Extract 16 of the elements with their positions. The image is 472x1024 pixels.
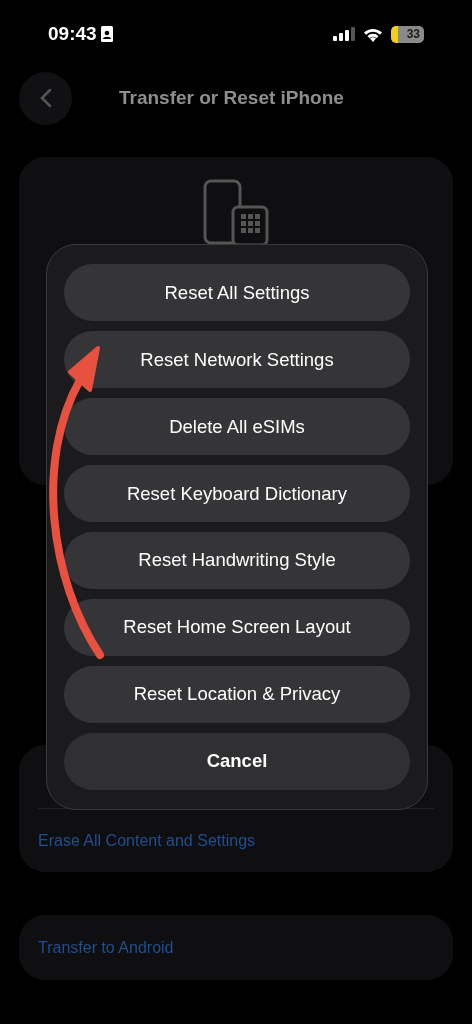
page-title: Transfer or Reset iPhone [119,87,344,109]
reset-option-button[interactable]: Reset Network Settings [64,330,410,389]
contact-card-icon [100,26,113,42]
reset-option-button[interactable]: Reset Location & Privacy [64,665,410,724]
status-time: 09:43 [48,23,97,45]
reset-option-button[interactable]: Reset Handwriting Style [64,531,410,590]
back-button[interactable] [19,71,72,125]
reset-option-button[interactable]: Reset Home Screen Layout [64,598,410,657]
reset-option-button[interactable]: Reset All Settings [64,264,410,322]
battery-percentage: 33 [406,27,420,41]
chevron-left-icon [39,88,52,108]
signal-icon [333,27,355,41]
wifi-icon [363,26,383,42]
reset-option-button[interactable]: Delete All eSIMs [64,397,410,456]
cancel-button[interactable]: Cancel [64,732,410,790]
reset-option-button[interactable]: Reset Keyboard Dictionary [64,464,410,523]
